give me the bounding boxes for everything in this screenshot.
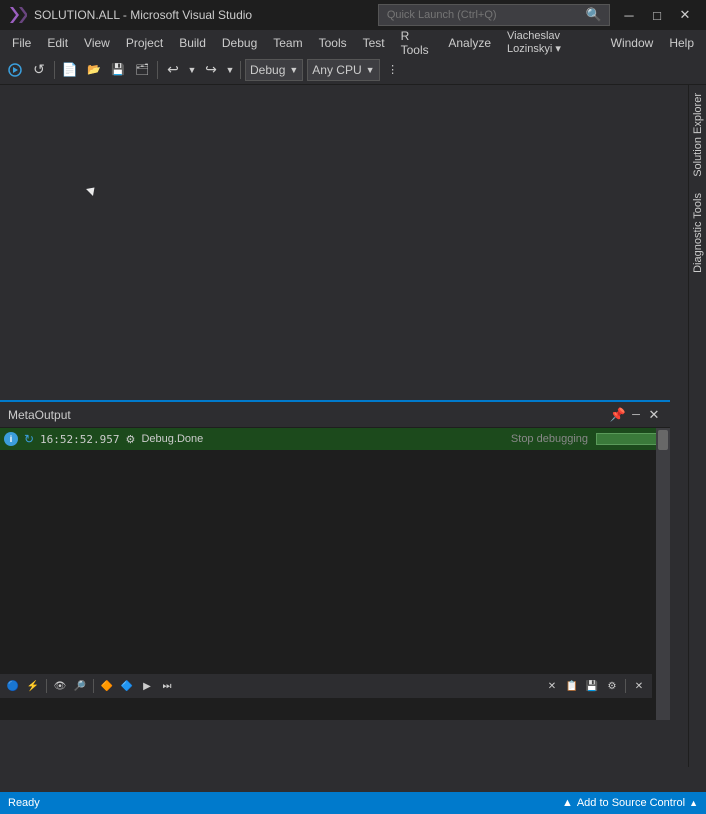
main-area: MetaOutput 📌 ─ ✕ i ↻ 16:52:52.957 ⚙ Debu… <box>0 85 706 767</box>
editor-area: MetaOutput 📌 ─ ✕ i ↻ 16:52:52.957 ⚙ Debu… <box>0 85 688 767</box>
pin-button[interactable]: 📌 <box>610 407 626 423</box>
scrollbar-thumb <box>658 430 668 450</box>
source-control-status[interactable]: ▲ Add to Source Control ▲ <box>562 797 698 809</box>
bottom-toolbar: 🔵 ⚡ 👁 🔎 🔶 🔷 ▶ ⏭ ✕ 📋 💾 ⚙ ✕ <box>0 673 652 698</box>
menu-file[interactable]: File <box>4 30 39 55</box>
save-button[interactable]: 💾 <box>107 59 129 81</box>
quick-launch-input[interactable] <box>378 4 610 26</box>
restore-button[interactable]: □ <box>644 5 670 25</box>
bt-sep-2 <box>93 679 94 693</box>
bt-close-btn[interactable]: ✕ <box>630 677 648 695</box>
menu-build[interactable]: Build <box>171 30 214 55</box>
bt-btn-1[interactable]: 🔵 <box>4 677 22 695</box>
menu-help[interactable]: Help <box>661 30 702 55</box>
bt-clear-btn[interactable]: ✕ <box>543 677 561 695</box>
bt-btn-2[interactable]: ⚡ <box>24 677 42 695</box>
right-panel: Solution Explorer Diagnostic Tools <box>688 85 706 767</box>
bt-copy-btn[interactable]: 📋 <box>563 677 581 695</box>
ready-label: Ready <box>8 797 40 809</box>
menu-tools[interactable]: Tools <box>311 30 355 55</box>
start-button[interactable] <box>4 59 26 81</box>
solution-explorer-tab[interactable]: Solution Explorer <box>689 85 706 185</box>
mouse-cursor <box>86 184 98 196</box>
cog-icon: ⚙ <box>123 432 137 446</box>
save-all-button[interactable]: 🗂 <box>131 59 153 81</box>
redo-dropdown[interactable]: ▼ <box>224 59 236 81</box>
menu-test[interactable]: Test <box>355 30 393 55</box>
toolbar-sep-3 <box>240 61 241 79</box>
debug-config-dropdown[interactable]: Debug ▼ <box>245 59 303 81</box>
output-scrollbar[interactable] <box>656 428 670 720</box>
cpu-config-label: Any CPU <box>312 63 361 77</box>
toolbar-sep-2 <box>157 61 158 79</box>
refresh-button[interactable]: ↺ <box>28 59 50 81</box>
bt-settings-btn[interactable]: ⚙ <box>603 677 621 695</box>
menu-bar: File Edit View Project Build Debug Team … <box>0 30 706 55</box>
undo-dropdown[interactable]: ▼ <box>186 59 198 81</box>
menu-project[interactable]: Project <box>118 30 171 55</box>
bt-btn-7[interactable]: ▶ <box>138 677 156 695</box>
new-file-button[interactable]: 📄 <box>59 59 81 81</box>
open-button[interactable]: 📂 <box>83 59 105 81</box>
info-icon: i <box>4 432 18 446</box>
window-title: SOLUTION.ALL - Microsoft Visual Studio <box>34 8 372 22</box>
output-time: 16:52:52.957 <box>40 433 119 446</box>
title-bar: SOLUTION.ALL - Microsoft Visual Studio 🔍… <box>0 0 706 30</box>
up-arrow-icon: ▲ <box>562 797 573 809</box>
bt-sep-1 <box>46 679 47 693</box>
status-ready: Ready <box>8 797 556 809</box>
meta-output-panel: MetaOutput 📌 ─ ✕ i ↻ 16:52:52.957 ⚙ Debu… <box>0 400 670 720</box>
bt-btn-5[interactable]: 🔶 <box>98 677 116 695</box>
debug-config-label: Debug <box>250 63 285 77</box>
menu-rtools[interactable]: R Tools <box>393 30 441 55</box>
bt-btn-8[interactable]: ⏭ <box>158 677 176 695</box>
debug-config-arrow: ▼ <box>289 65 298 75</box>
menu-edit[interactable]: Edit <box>39 30 76 55</box>
diagnostic-tools-tab[interactable]: Diagnostic Tools <box>689 185 706 281</box>
close-button[interactable]: ✕ <box>672 5 698 25</box>
source-control-arrow: ▲ <box>689 798 698 808</box>
add-source-control-label: Add to Source Control <box>577 797 685 809</box>
output-status: Stop debugging <box>511 433 588 445</box>
cpu-config-dropdown[interactable]: Any CPU ▼ <box>307 59 379 81</box>
redo-button[interactable]: ↪ <box>200 59 222 81</box>
close-panel-button[interactable]: ✕ <box>646 407 662 423</box>
minimize-button[interactable]: ─ <box>616 5 642 25</box>
cpu-config-arrow: ▼ <box>366 65 375 75</box>
search-icon: 🔍 <box>586 7 602 23</box>
menu-debug[interactable]: Debug <box>214 30 265 55</box>
bt-btn-4[interactable]: 🔎 <box>71 677 89 695</box>
window-controls: ─ □ ✕ <box>616 5 698 25</box>
menu-view[interactable]: View <box>76 30 118 55</box>
bt-sep-3 <box>625 679 626 693</box>
output-row: i ↻ 16:52:52.957 ⚙ Debug.Done Stop debug… <box>0 428 670 450</box>
menu-analyze[interactable]: Analyze <box>440 30 499 55</box>
bt-save-btn[interactable]: 💾 <box>583 677 601 695</box>
status-bar: Ready ▲ Add to Source Control ▲ <box>0 792 706 814</box>
refresh-icon: ↻ <box>22 432 36 446</box>
output-message: Debug.Done <box>141 433 506 445</box>
panel-buttons: 📌 ─ ✕ <box>610 407 662 423</box>
menu-team[interactable]: Team <box>265 30 310 55</box>
bt-btn-3[interactable]: 👁 <box>51 677 69 695</box>
vs-logo-icon <box>8 5 28 25</box>
meta-output-header: MetaOutput 📌 ─ ✕ <box>0 402 670 428</box>
auto-hide-button[interactable]: ─ <box>628 407 644 423</box>
undo-button[interactable]: ↩ <box>162 59 184 81</box>
menu-user[interactable]: Viacheslav Lozinskyi ▾ <box>499 30 603 55</box>
meta-output-title: MetaOutput <box>8 408 604 422</box>
menu-window[interactable]: Window <box>603 30 662 55</box>
more-button[interactable]: ⋮ <box>382 59 404 81</box>
bt-btn-6[interactable]: 🔷 <box>118 677 136 695</box>
toolbar-sep-1 <box>54 61 55 79</box>
toolbar: ↺ 📄 📂 💾 🗂 ↩ ▼ ↪ ▼ Debug ▼ Any CPU ▼ ⋮ <box>0 55 706 85</box>
